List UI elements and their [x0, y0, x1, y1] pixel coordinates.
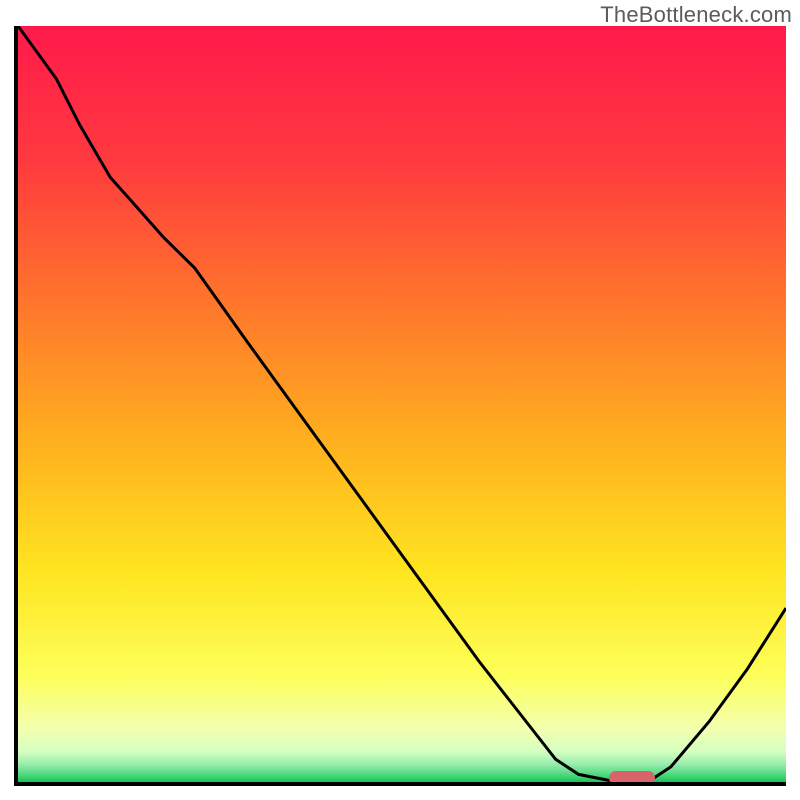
- curve-path: [18, 26, 786, 782]
- optimal-marker: [609, 771, 655, 785]
- line-curve: [18, 26, 786, 782]
- plot-area: [14, 26, 786, 786]
- watermark-text: TheBottleneck.com: [600, 2, 792, 28]
- chart-container: TheBottleneck.com: [0, 0, 800, 800]
